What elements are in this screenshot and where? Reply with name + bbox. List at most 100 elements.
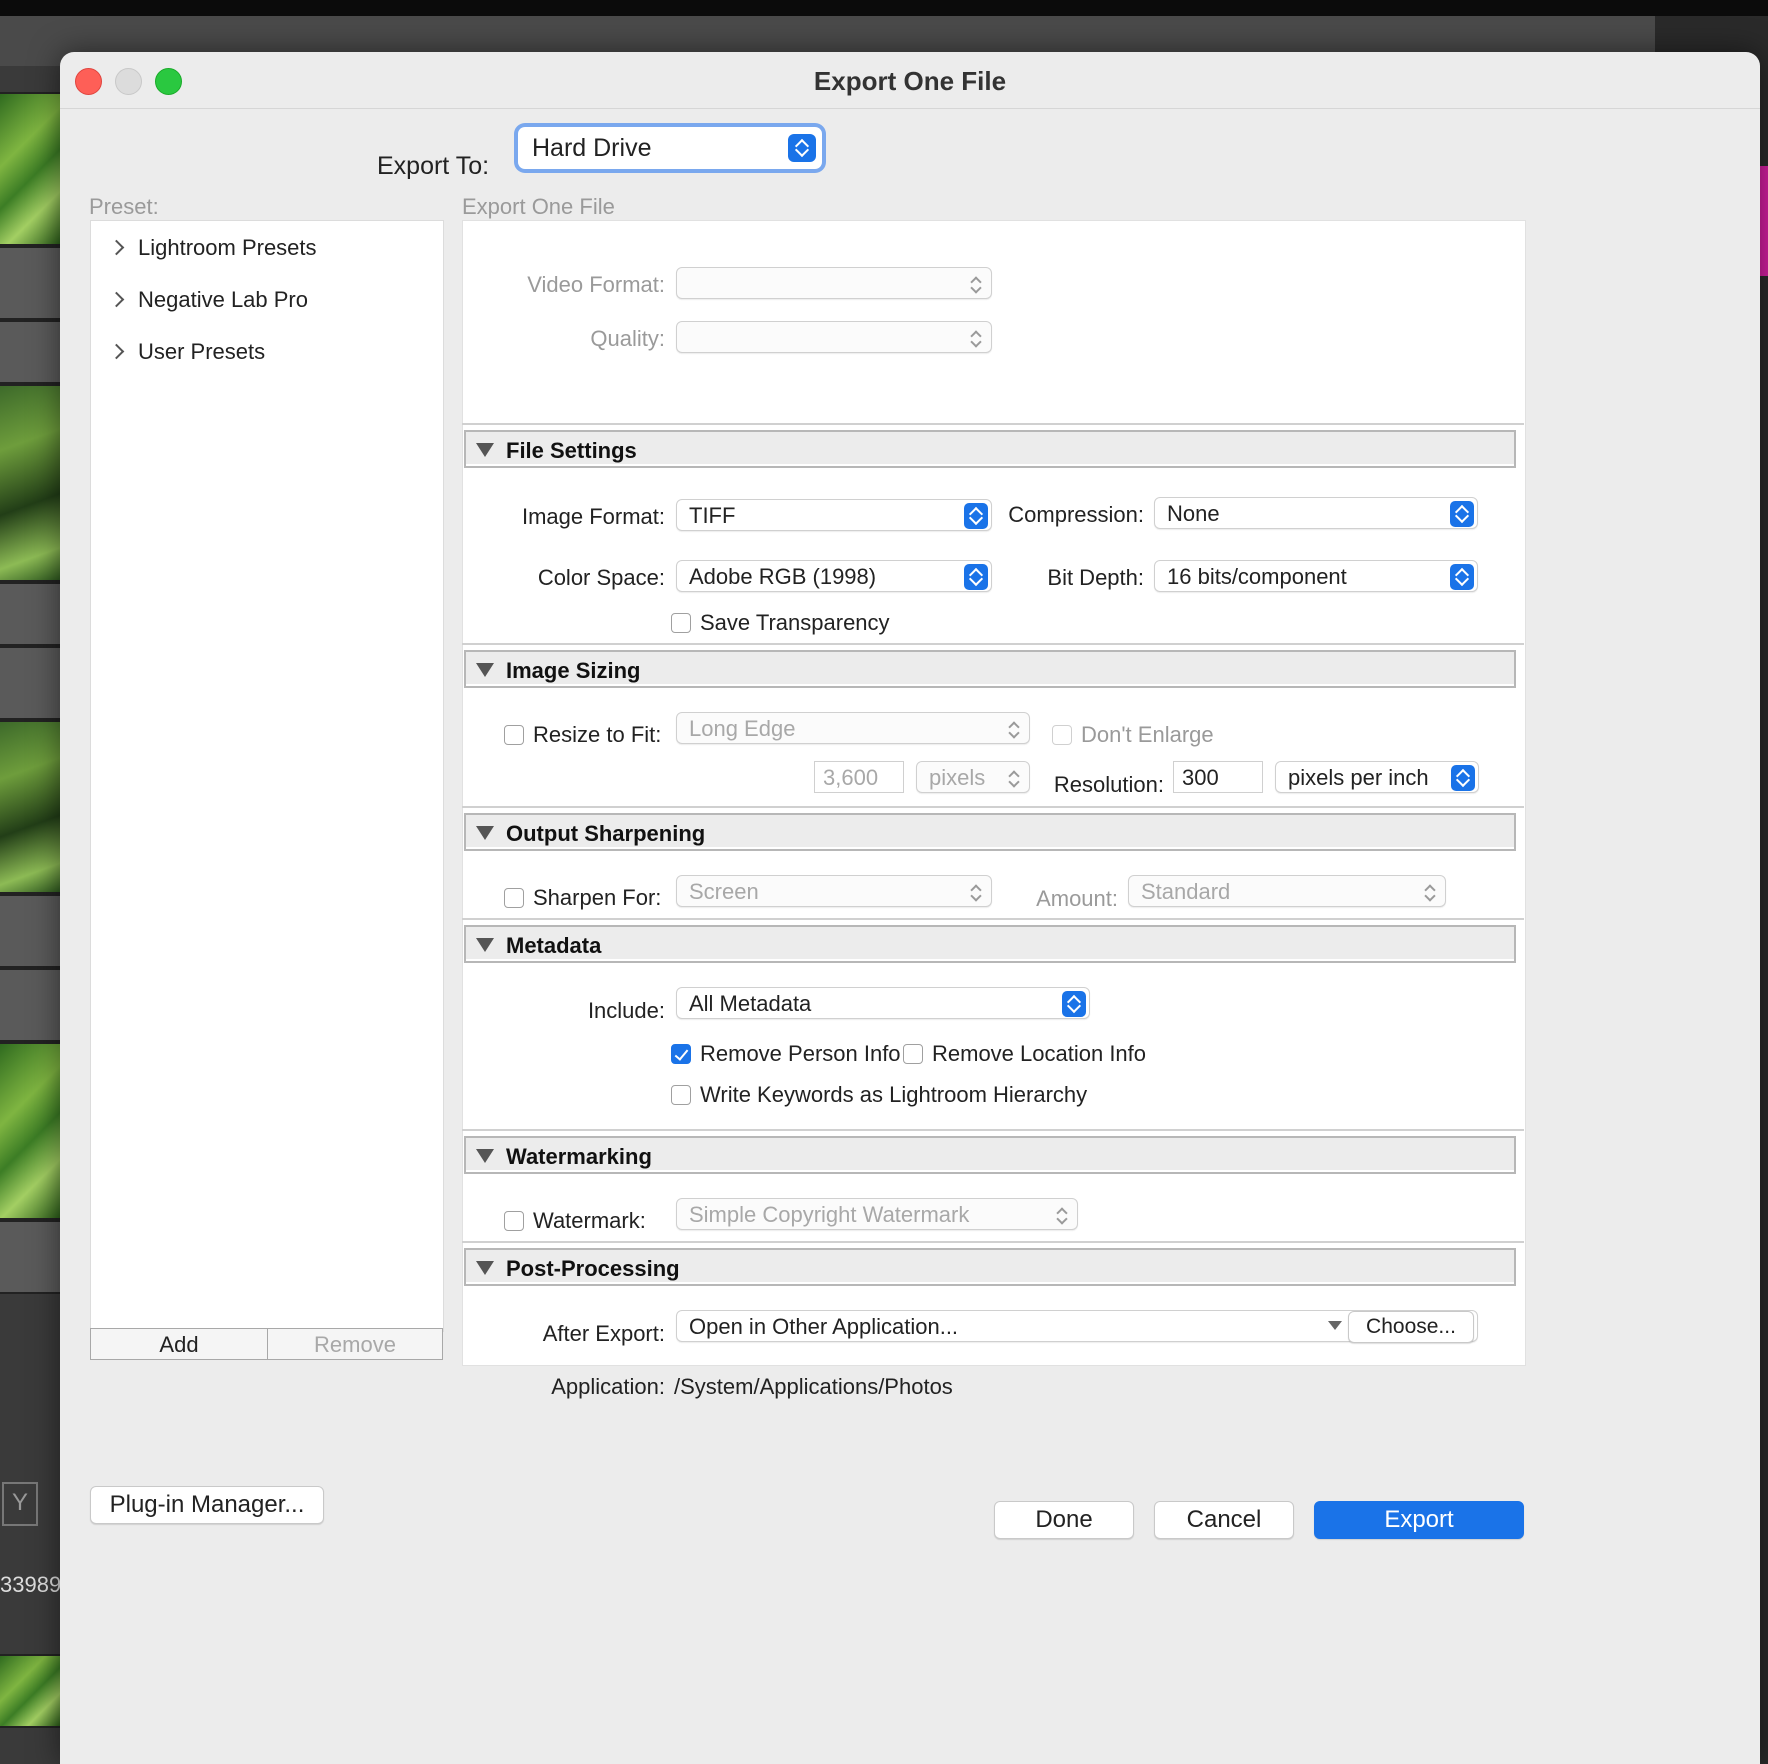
export-to-value: Hard Drive [532, 134, 652, 162]
section-post-processing[interactable]: Post-Processing [464, 1248, 1516, 1286]
popup-stepper-icon [1450, 501, 1474, 527]
titlebar: Export One File [60, 52, 1760, 109]
filmstrip-thumbnail[interactable] [0, 720, 60, 894]
background-key-label: Y [2, 1482, 38, 1526]
disclosure-triangle-icon [476, 1149, 494, 1163]
remove-person-info-checkbox[interactable] [671, 1044, 691, 1064]
video-format-popup[interactable] [676, 267, 992, 299]
include-label: Include: [587, 998, 665, 1023]
resolution-label: Resolution: [1053, 772, 1164, 797]
popup-stepper-icon [964, 325, 988, 351]
dont-enlarge-label: Don't Enlarge [1081, 722, 1214, 747]
compression-label: Compression: [1008, 502, 1144, 527]
filmstrip-thumbnail[interactable] [0, 1042, 60, 1220]
popup-stepper-icon [1450, 564, 1474, 590]
color-space-label: Color Space: [537, 565, 665, 590]
cancel-button[interactable]: Cancel [1154, 1501, 1294, 1539]
chevron-right-icon [108, 291, 125, 308]
watermark-checkbox[interactable] [504, 1211, 524, 1231]
popup-stepper-icon [1418, 879, 1442, 905]
watermark-popup[interactable]: Simple Copyright Watermark [676, 1198, 1078, 1230]
disclosure-triangle-icon [476, 826, 494, 840]
sharpen-for-popup[interactable]: Screen [676, 875, 992, 907]
application-path: /System/Applications/Photos [674, 1374, 953, 1399]
sharpen-for-label: Sharpen For: [533, 885, 662, 910]
preset-item-negative-lab-pro[interactable]: Negative Lab Pro [108, 287, 308, 313]
filmstrip-cell [0, 894, 60, 968]
filmstrip-thumbnail[interactable] [0, 92, 60, 246]
after-export-label: After Export: [542, 1321, 665, 1346]
compression-popup[interactable]: None [1154, 497, 1478, 529]
dont-enlarge-checkbox[interactable] [1052, 725, 1072, 745]
section-watermarking[interactable]: Watermarking [464, 1136, 1516, 1174]
bit-depth-popup[interactable]: 16 bits/component [1154, 560, 1478, 592]
chevron-right-icon [108, 239, 125, 256]
disclosure-triangle-icon [476, 1261, 494, 1275]
remove-location-info-checkbox[interactable] [903, 1044, 923, 1064]
choose-application-button[interactable]: Choose... [1348, 1311, 1474, 1343]
sharpen-for-checkbox[interactable] [504, 888, 524, 908]
settings-heading: Export One File [462, 194, 615, 219]
popup-stepper-icon [964, 271, 988, 297]
filmstrip-thumbnail[interactable] [0, 1654, 60, 1728]
popup-stepper-icon [1062, 991, 1086, 1017]
filmstrip-cell [0, 968, 60, 1042]
disclosure-triangle-icon [476, 663, 494, 677]
filmstrip-cell [0, 646, 60, 720]
popup-stepper-icon [1451, 765, 1475, 791]
preset-label: Preset: [89, 194, 159, 219]
amount-label: Amount: [1036, 886, 1118, 911]
write-keywords-label: Write Keywords as Lightroom Hierarchy [700, 1082, 1088, 1107]
section-file-settings[interactable]: File Settings [464, 430, 1516, 468]
resize-mode-popup[interactable]: Long Edge [676, 712, 1030, 744]
bit-depth-label: Bit Depth: [1047, 565, 1144, 590]
quality-label: Quality: [590, 326, 665, 351]
disclosure-triangle-icon [476, 938, 494, 952]
filmstrip-cell [0, 582, 60, 646]
resolution-unit-popup[interactable]: pixels per inch [1275, 761, 1479, 793]
preset-item-lightroom-presets[interactable]: Lightroom Presets [108, 235, 317, 261]
save-transparency-checkbox[interactable] [671, 613, 691, 633]
image-format-label: Image Format: [521, 504, 665, 529]
recent-applications-dropdown-icon[interactable] [1328, 1321, 1342, 1330]
size-value-field[interactable]: 3,600 [814, 761, 904, 793]
export-button[interactable]: Export [1314, 1501, 1524, 1539]
write-keywords-checkbox[interactable] [671, 1085, 691, 1105]
app-menubar-strip [0, 0, 1768, 16]
preset-list: Lightroom Presets Negative Lab Pro User … [90, 220, 444, 1332]
color-space-popup[interactable]: Adobe RGB (1998) [676, 560, 992, 592]
size-unit-popup[interactable]: pixels [916, 761, 1030, 793]
preset-item-user-presets[interactable]: User Presets [108, 339, 265, 365]
include-popup[interactable]: All Metadata [676, 987, 1090, 1019]
remove-person-info-label: Remove Person Info [700, 1041, 901, 1066]
resize-to-fit-label: Resize to Fit: [533, 722, 662, 747]
popup-stepper-icon [1050, 1202, 1074, 1228]
save-transparency-label: Save Transparency [700, 610, 890, 635]
popup-stepper-icon [1002, 765, 1026, 791]
filmstrip-cell [0, 1220, 60, 1294]
background-counter: 33989 [0, 1572, 62, 1597]
done-button[interactable]: Done [994, 1501, 1134, 1539]
remove-preset-button[interactable]: Remove [267, 1328, 443, 1360]
video-format-label: Video Format: [527, 272, 665, 297]
quality-popup[interactable] [676, 321, 992, 353]
image-format-popup[interactable]: TIFF [676, 499, 992, 531]
application-label: Application: [551, 1374, 665, 1399]
popup-stepper-icon [788, 134, 816, 162]
filmstrip-cell [0, 246, 60, 320]
plugin-manager-button[interactable]: Plug-in Manager... [90, 1486, 324, 1524]
section-image-sizing[interactable]: Image Sizing [464, 650, 1516, 688]
popup-stepper-icon [1002, 716, 1026, 742]
export-dialog: Export One File Export To: Hard Drive Pr… [60, 52, 1760, 1764]
section-metadata[interactable]: Metadata [464, 925, 1516, 963]
add-preset-button[interactable]: Add [90, 1328, 268, 1360]
remove-location-info-label: Remove Location Info [932, 1041, 1147, 1066]
watermark-label: Watermark: [533, 1208, 646, 1233]
resize-to-fit-checkbox[interactable] [504, 725, 524, 745]
filmstrip-thumbnail[interactable] [0, 384, 60, 582]
amount-popup[interactable]: Standard [1128, 875, 1446, 907]
export-to-popup[interactable]: Hard Drive [518, 127, 822, 169]
resolution-field[interactable]: 300 [1173, 761, 1263, 793]
disclosure-triangle-icon [476, 443, 494, 457]
section-output-sharpening[interactable]: Output Sharpening [464, 813, 1516, 851]
